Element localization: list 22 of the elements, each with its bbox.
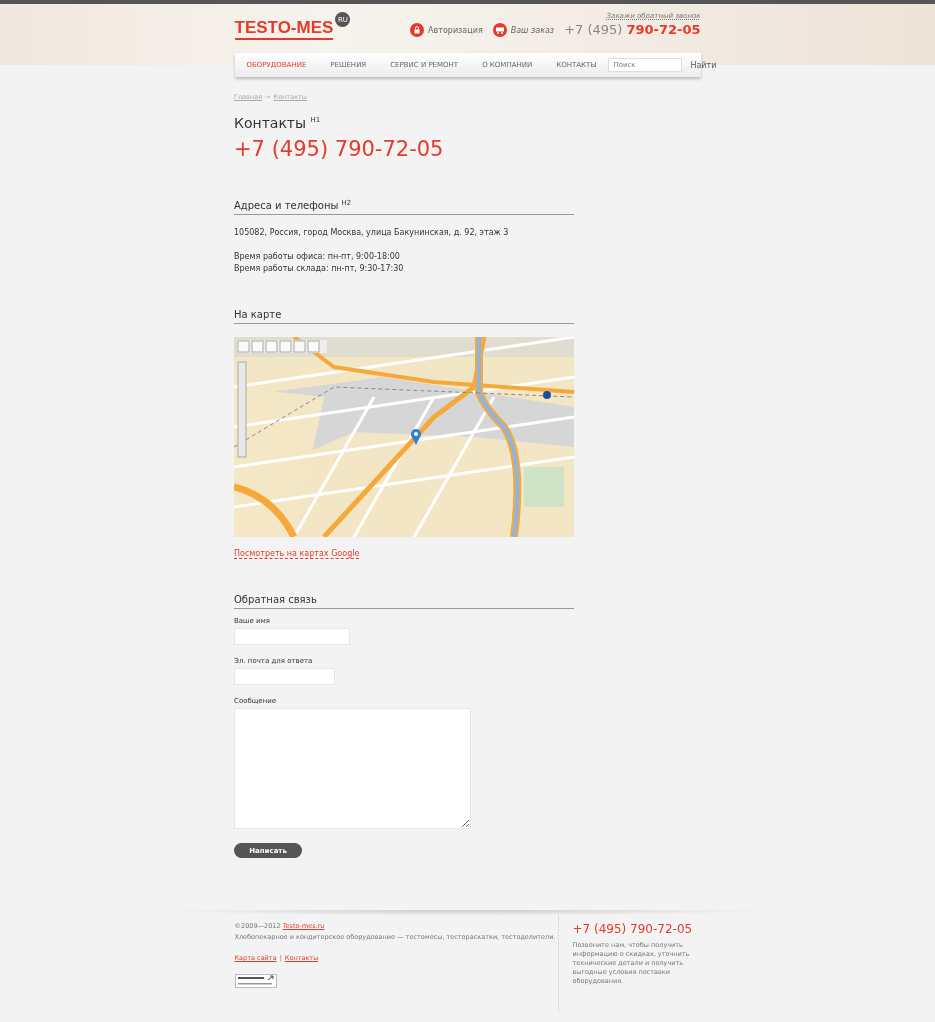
input-field[interactable] xyxy=(234,668,335,686)
map-drawing[interactable] xyxy=(234,337,574,538)
page-title: Контакты $^{H1}$ xyxy=(234,115,322,131)
map-link[interactable]: Посмотреть на картах Google xyxy=(234,549,360,560)
section-heading: Обратная связь xyxy=(234,594,574,610)
cart-icon xyxy=(492,23,507,37)
phone-number: 790-72-05 xyxy=(626,22,701,37)
message-field[interactable] xyxy=(234,708,471,830)
logo[interactable]: TESTO-MES xyxy=(234,18,334,40)
paragraph: Время работы офиса: пн-пт, 9:00-18:00 Время работы склада: пн-пт, 9:30-17:30 xyxy=(234,251,405,276)
section-heading: На карте xyxy=(234,309,574,325)
section-heading: Адреса и телефоны $^{H2}$ xyxy=(234,199,574,216)
footer-phone: +7 (495) 790-72-05 xyxy=(572,922,694,937)
input-field[interactable] xyxy=(234,628,350,646)
counter-badge[interactable] xyxy=(234,974,277,989)
header-link[interactable]: Авторизация xyxy=(410,23,483,37)
header-link[interactable]: Ваш заказ xyxy=(492,23,555,37)
phone-number: +7 (495) 790-72-05 xyxy=(234,137,445,161)
phone-code: +7 (495) xyxy=(564,22,623,37)
lock-icon xyxy=(410,23,425,37)
search-button[interactable]: Найти xyxy=(682,60,725,70)
paragraph: 105082, Россия, город Москва, улица Бакунинская, д. 92, этаж 3 xyxy=(234,227,510,240)
